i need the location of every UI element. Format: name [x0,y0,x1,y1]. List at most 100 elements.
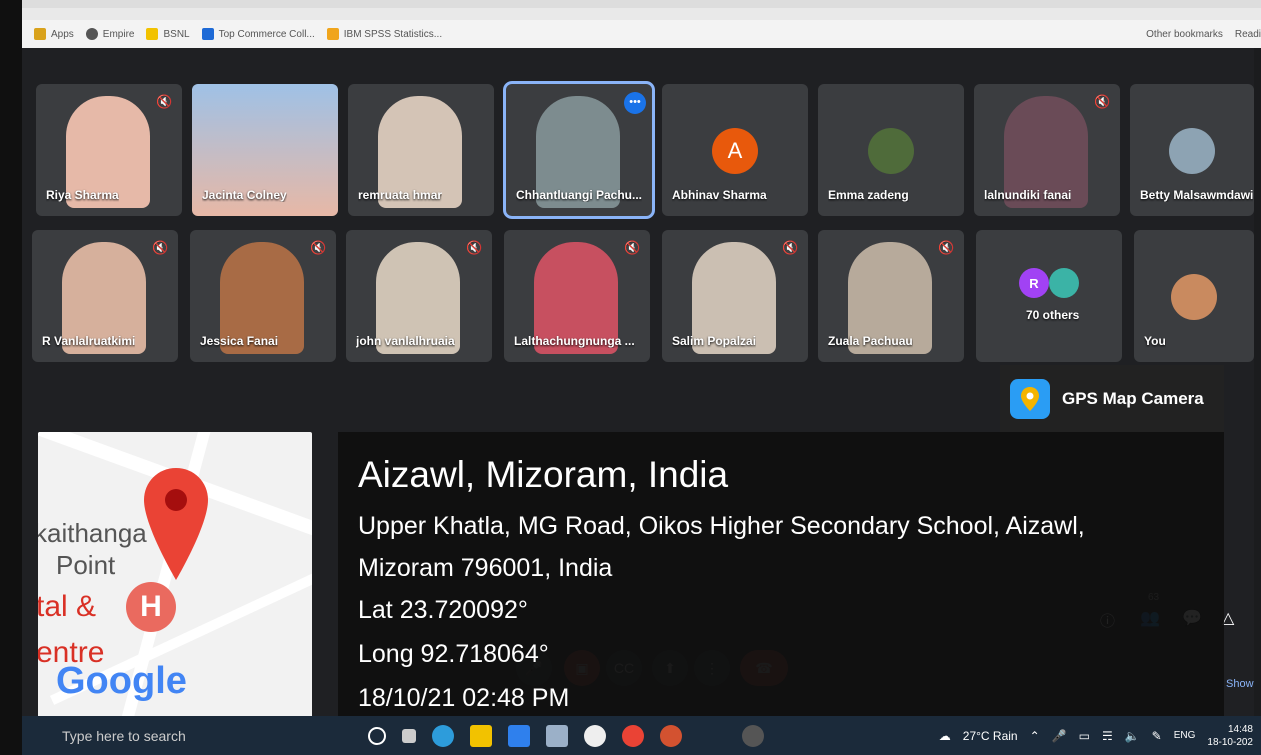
participant-avatar [1169,128,1215,174]
app-icon[interactable] [742,724,764,747]
participant-name: Chhantluangi Pachu... [516,188,643,202]
participant-tile-active[interactable]: ••• Chhantluangi Pachu... [503,81,655,219]
bookmark-label: IBM SPSS Statistics... [343,28,443,40]
folder-icon [146,28,159,40]
hospital-icon: H [126,582,176,632]
bookmark-ibm-spss[interactable]: IBM SPSS Statistics... [326,28,443,40]
participant-tile[interactable]: 🔇 R Vanlalruatkimi [32,230,178,362]
bookmark-empire[interactable]: Empire [85,28,135,40]
battery-icon[interactable]: ▭ [1079,729,1090,743]
map-label: Point [56,550,116,580]
pen-icon[interactable]: ✎ [1152,729,1162,743]
bookmark-apps[interactable]: Apps [34,28,74,40]
participant-avatar: A [712,128,758,174]
mic-muted-icon: 🔇 [156,94,173,109]
powerpoint-icon[interactable] [660,724,682,747]
site-icon [201,28,214,40]
address-bar[interactable] [22,8,1261,20]
participant-tile[interactable]: 🔇 lalnundiki fanai [974,84,1120,216]
location-datetime: 18/10/21 02:48 PM [358,684,570,712]
self-tile[interactable]: You [1134,230,1254,362]
mic-muted-icon: 🔇 [938,240,955,255]
site-icon [326,28,339,40]
weather-text[interactable]: 27°C Rain [963,729,1018,743]
participant-name: Zuala Pachuau [828,334,913,348]
mic-icon[interactable]: 🎤 [1052,729,1067,743]
bookmarks-right: Other bookmarks Readi [1146,29,1261,40]
others-tile[interactable]: R 70 others [976,230,1122,362]
bookmark-bsnl[interactable]: BSNL [146,28,190,40]
more-options-icon[interactable]: ••• [624,92,646,114]
system-tray: ☁ 27°C Rain ⌃ 🎤 ▭ ☴ 🔈 ✎ ENG 14:48 18-10-… [939,716,1253,755]
bookmark-label: Apps [51,28,74,40]
participant-avatar [1049,268,1079,298]
clock-time: 14:48 [1227,723,1253,735]
location-longitude: Long 92.718064° [358,640,549,668]
location-map: kaithanga Point tal & entre H Google [38,432,312,732]
edge-icon[interactable] [432,724,454,747]
bookmark-top-commerce[interactable]: Top Commerce Coll... [201,28,315,40]
participant-avatar: R [1019,268,1049,298]
reading-list[interactable]: Readi [1235,29,1261,40]
file-explorer-icon[interactable] [470,724,492,747]
participant-tile[interactable]: 🔇 Salim Popalzai [662,230,808,362]
bookmark-label: Empire [102,28,135,40]
language-indicator[interactable]: ENG [1174,730,1196,741]
gps-app-name: GPS Map Camera [1062,389,1204,408]
participant-name: Lalthachungnunga ... [514,334,635,348]
clock-date: 18-10-202 [1207,736,1253,748]
mic-muted-icon: 🔇 [152,240,169,255]
wifi-icon[interactable]: ☴ [1102,729,1113,743]
participant-tile[interactable]: 🔇 john vanlalhruaia [346,230,492,362]
apps-grid-icon [34,28,46,40]
others-avatars: R [1019,268,1079,298]
gps-app-badge: GPS Map Camera [1000,365,1224,433]
google-logo-text: Google [56,660,187,702]
participant-tile[interactable]: Emma zadeng [818,84,964,216]
participant-tile[interactable]: Jacinta Colney [192,84,338,216]
participant-name: Salim Popalzai [672,334,757,348]
other-bookmarks[interactable]: Other bookmarks [1146,29,1223,40]
participant-tile[interactable]: 🔇 Lalthachungnunga ... [504,230,650,362]
mic-muted-icon: 🔇 [310,240,327,255]
participant-name: john vanlalhruaia [356,334,455,348]
participant-tile[interactable]: 🔇 Jessica Fanai [190,230,336,362]
cortana-icon[interactable] [368,726,386,745]
volume-icon[interactable]: 🔈 [1125,729,1140,743]
participant-tile[interactable]: A Abhinav Sharma [662,84,808,216]
clock[interactable]: 14:48 18-10-202 [1207,723,1253,749]
weather-icon[interactable]: ☁ [939,729,951,743]
mail-icon[interactable] [508,724,530,747]
participant-avatar [868,128,914,174]
bookmarks-bar: Apps Empire BSNL Top Commerce Coll... IB… [22,20,1261,48]
location-info-panel: Aizawl, Mizoram, India Upper Khatla, MG … [338,432,1224,716]
participant-name: remruata hmar [358,188,443,202]
chevron-up-icon[interactable]: ⌃ [1030,729,1040,743]
participant-tile[interactable]: Betty Malsawmdawi [1130,84,1254,216]
task-view-icon[interactable] [402,728,416,743]
participant-name: lalnundiki fanai [984,188,1072,202]
participant-tile[interactable]: remruata hmar [348,84,494,216]
participant-tile[interactable]: 🔇 Zuala Pachuau [818,230,964,362]
dropbox-icon[interactable] [546,724,568,747]
participant-name: Abhinav Sharma [672,188,767,202]
participant-name: Riya Sharma [46,188,119,202]
map-pin-icon [1010,379,1050,419]
participant-name: Jessica Fanai [200,334,279,348]
chrome-icon[interactable] [622,724,644,747]
globe-icon [85,28,98,40]
bookmark-label: BSNL [163,28,190,40]
participant-name: You [1144,334,1166,348]
participant-name: Jacinta Colney [202,188,287,202]
mic-muted-icon: 🔇 [1094,94,1111,109]
location-pin-icon [144,468,208,580]
participant-tile[interactable]: 🔇 Riya Sharma [36,84,182,216]
google-logo: Google [56,660,187,703]
location-address-line1: Upper Khatla, MG Road, Oikos Higher Seco… [358,512,1085,540]
show-link[interactable]: Show [1226,678,1254,690]
map-label: tal & [38,590,97,623]
taskbar-search[interactable]: Type here to search [62,728,352,744]
location-latitude: Lat 23.720092° [358,596,528,624]
app-icon[interactable] [584,724,606,747]
self-avatar [1171,274,1217,320]
